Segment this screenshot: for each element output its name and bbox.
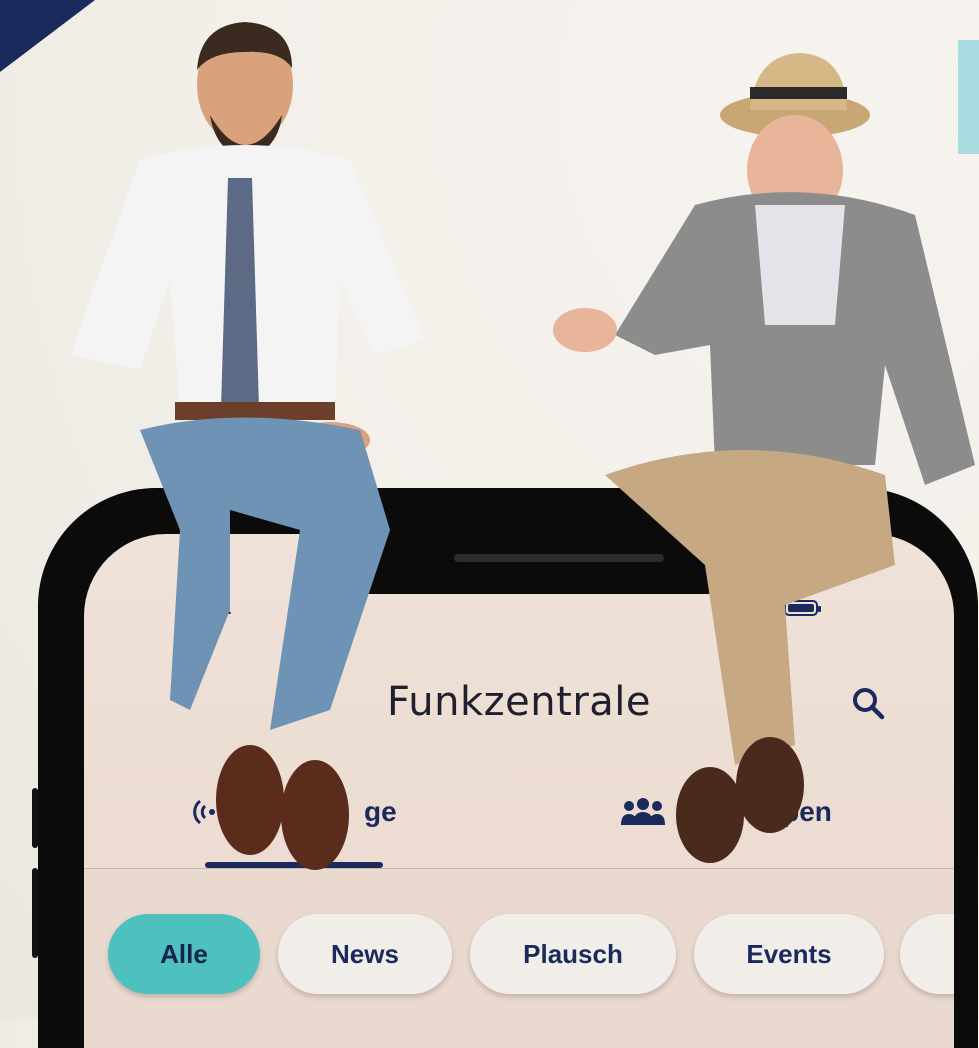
chip-label: Events (746, 938, 832, 969)
chip-label: Alle (160, 938, 208, 969)
older-man-photo (553, 53, 975, 863)
young-man-photo (70, 22, 425, 870)
chip-events[interactable]: Events (694, 914, 884, 994)
phone-side-button (32, 868, 38, 958)
chip-alle[interactable]: Alle (108, 914, 260, 994)
chip-label: Plausch (523, 938, 623, 969)
chip-label: News (331, 938, 399, 969)
chip-plausch[interactable]: Plausch (470, 914, 676, 994)
chip-news[interactable]: News (278, 914, 452, 994)
